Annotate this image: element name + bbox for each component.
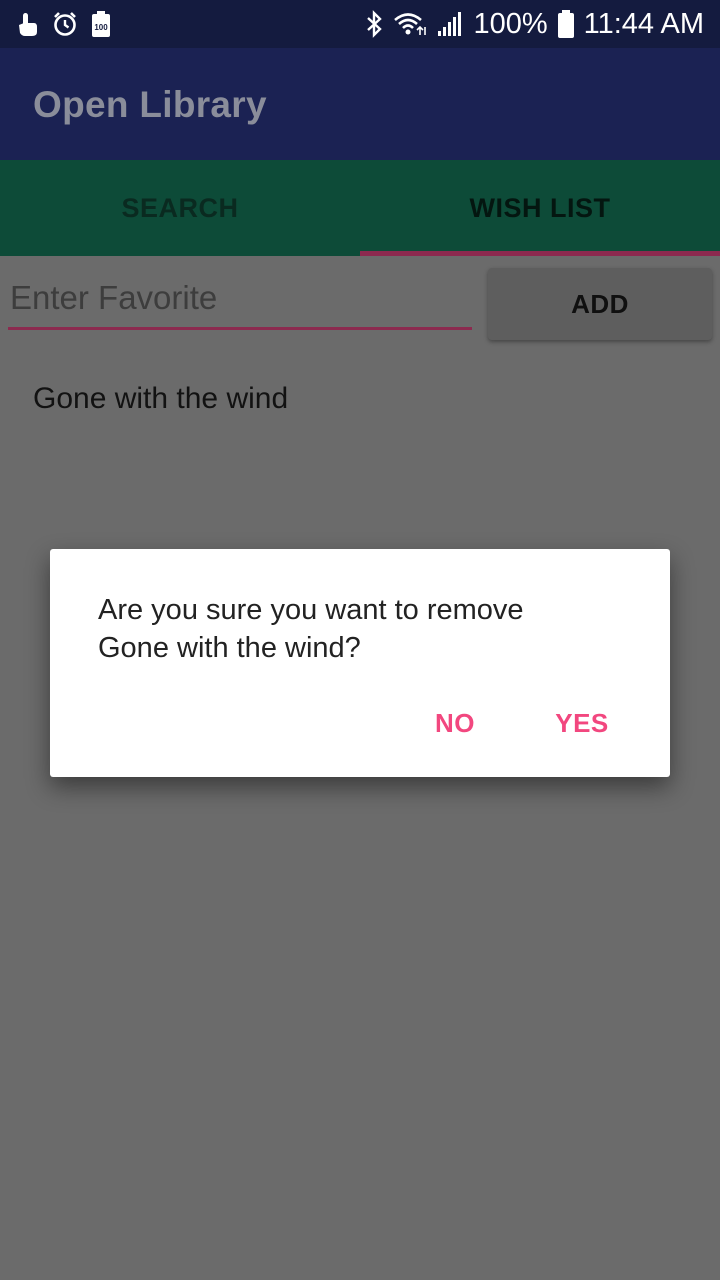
status-bar: 100 100% 11:44 AM [0, 0, 720, 48]
battery-icon [557, 10, 574, 38]
wish-list-item[interactable]: Gone with the wind [33, 382, 288, 416]
tab-bar: SEARCH WISH LIST [0, 160, 720, 256]
bluetooth-icon [365, 10, 383, 38]
tab-search[interactable]: SEARCH [0, 160, 360, 256]
app-title: Open Library [33, 84, 267, 125]
tab-search-label: SEARCH [121, 192, 239, 223]
wifi-icon [393, 11, 427, 37]
battery-percent: 100% [473, 7, 548, 40]
tab-wish-list-label: WISH LIST [469, 192, 611, 223]
status-icons-left: 100 [16, 10, 110, 38]
yes-button[interactable]: YES [550, 699, 614, 747]
hand-pointer-icon [16, 11, 38, 37]
confirm-remove-dialog: Are you sure you want to remove Gone wit… [50, 549, 670, 777]
dialog-message: Are you sure you want to remove Gone wit… [98, 594, 524, 664]
app-bar: Open Library [0, 48, 720, 160]
alarm-icon [52, 11, 78, 37]
signal-icon [437, 11, 463, 37]
battery-100-icon: 100 [92, 11, 110, 37]
add-button[interactable]: ADD [488, 268, 712, 340]
clock: 11:44 AM [583, 7, 704, 40]
svg-text:100: 100 [94, 23, 108, 32]
tab-wish-list[interactable]: WISH LIST [360, 160, 720, 256]
tab-selected-indicator [360, 251, 720, 256]
status-icons-right: 100% 11:44 AM [365, 8, 704, 40]
favorite-input[interactable] [8, 268, 472, 330]
no-button[interactable]: NO [430, 699, 480, 747]
